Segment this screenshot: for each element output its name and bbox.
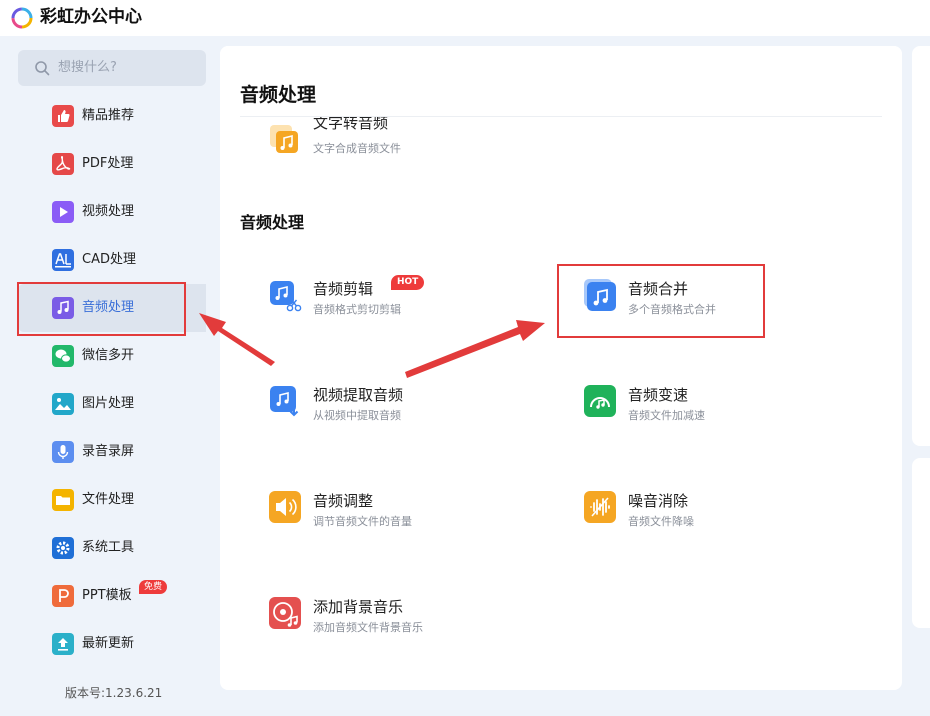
upload-icon [52,633,74,655]
video-extract-audio-icon [268,384,302,418]
sidebar-item-label: 录音录屏 [82,444,135,459]
sidebar-item-system-tools[interactable]: 系统工具 [18,524,206,572]
pdf-icon [52,153,74,175]
tool-desc: 音频文件加减速 [628,409,705,422]
sidebar-item-label: 系统工具 [82,540,135,555]
tool-desc: 从视频中提取音频 [313,409,401,422]
sidebar-item-featured[interactable]: 精品推荐 [18,92,206,140]
search-icon [35,61,50,76]
hot-badge: HOT [391,275,425,290]
sidebar-item-pdf[interactable]: PDF处理 [18,140,206,188]
volume-icon [268,490,302,524]
tool-audio-merge[interactable]: 音频合并 多个音频格式合并 [583,267,823,327]
right-edge-panel [912,46,930,446]
sidebar-item-recorder[interactable]: 录音录屏 [18,428,206,476]
sidebar-item-label: 微信多开 [82,348,135,363]
cad-icon [52,249,74,271]
ppt-icon [52,585,74,607]
audio-speed-icon [583,384,617,418]
page-title-overlay: 音频处理 [240,84,317,106]
audio-merge-icon [583,278,617,312]
section-title: 音频处理 [240,213,305,232]
tool-name: 音频变速 [628,386,689,404]
tool-name: 音频调整 [313,492,374,510]
title-bar: 彩虹办公中心 [0,0,930,36]
main-panel: 音频处理 文字转音频 文字合成音频文件 音频处理 音频处理 音频剪辑 HOT 音… [220,46,902,690]
sidebar-item-label: 图片处理 [82,396,135,411]
sidebar-item-label: PDF处理 [82,156,134,171]
sidebar-item-label: 音频处理 [82,300,135,315]
text-to-audio-icon [268,121,302,155]
sidebar-item-label: 最新更新 [82,636,135,651]
tool-text-to-audio[interactable]: 文字转音频 文字合成音频文件 [268,114,508,164]
play-icon [52,201,74,223]
thumbs-up-icon [52,105,74,127]
wechat-icon [52,345,74,367]
sidebar-item-label: CAD处理 [82,252,136,267]
noise-reduction-icon [583,490,617,524]
gear-icon [52,537,74,559]
tool-audio-adjust[interactable]: 音频调整 调节音频文件的音量 [268,479,508,539]
sidebar-item-audio[interactable]: 音频处理 [18,284,206,332]
tool-name: 视频提取音频 [313,386,404,404]
sidebar-item-files[interactable]: 文件处理 [18,476,206,524]
right-edge-panel [912,458,930,628]
sidebar-item-ppt[interactable]: PPT模板 免费 [18,572,206,620]
sidebar-item-video[interactable]: 视频处理 [18,188,206,236]
tool-background-music[interactable]: 添加背景音乐 添加音频文件背景音乐 [268,585,508,645]
version-label: 版本号:1.23.6.21 [65,686,163,700]
tool-name: 音频剪辑 [313,280,374,298]
app-title: 彩虹办公中心 [40,7,142,27]
background-music-icon [268,596,302,630]
music-icon [52,297,74,319]
sidebar-item-wechat[interactable]: 微信多开 [18,332,206,380]
tool-desc: 多个音频格式合并 [628,303,716,316]
tool-audio-speed[interactable]: 音频变速 音频文件加减速 [583,373,823,433]
audio-cut-icon [268,278,302,312]
microphone-icon [52,441,74,463]
sidebar-item-label: 视频处理 [82,204,135,219]
sidebar: 想搜什么? 精品推荐 PDF处理 视频处理 CAD处理 音频处理 微信多开 图片… [0,36,220,716]
tool-desc: 调节音频文件的音量 [313,515,412,528]
tool-name: 音频合并 [628,280,689,298]
tool-video-extract-audio[interactable]: 视频提取音频 从视频中提取音频 [268,373,508,433]
tool-audio-cut[interactable]: 音频剪辑 HOT 音频格式剪切剪辑 [268,267,508,327]
folder-icon [52,489,74,511]
tool-name: 噪音消除 [628,492,689,510]
search-input[interactable]: 想搜什么? [18,50,206,86]
image-icon [52,393,74,415]
divider [240,116,882,117]
rainbow-logo-icon [11,7,33,29]
sidebar-item-label: PPT模板 [82,588,132,603]
sidebar-item-updates[interactable]: 最新更新 [18,620,206,668]
tool-name: 添加背景音乐 [313,598,404,616]
sidebar-item-label: 精品推荐 [82,108,135,123]
tool-desc: 音频文件降噪 [628,515,694,528]
sidebar-item-image[interactable]: 图片处理 [18,380,206,428]
tool-noise-reduction[interactable]: 噪音消除 音频文件降噪 [583,479,823,539]
sidebar-item-label: 文件处理 [82,492,135,507]
tool-desc: 文字合成音频文件 [313,142,401,155]
sidebar-item-cad[interactable]: CAD处理 [18,236,206,284]
free-badge: 免费 [139,580,168,594]
search-placeholder: 想搜什么? [58,60,117,75]
tool-desc: 添加音频文件背景音乐 [313,621,423,634]
tool-desc: 音频格式剪切剪辑 [313,303,401,316]
sticky-header-bg [220,46,902,116]
